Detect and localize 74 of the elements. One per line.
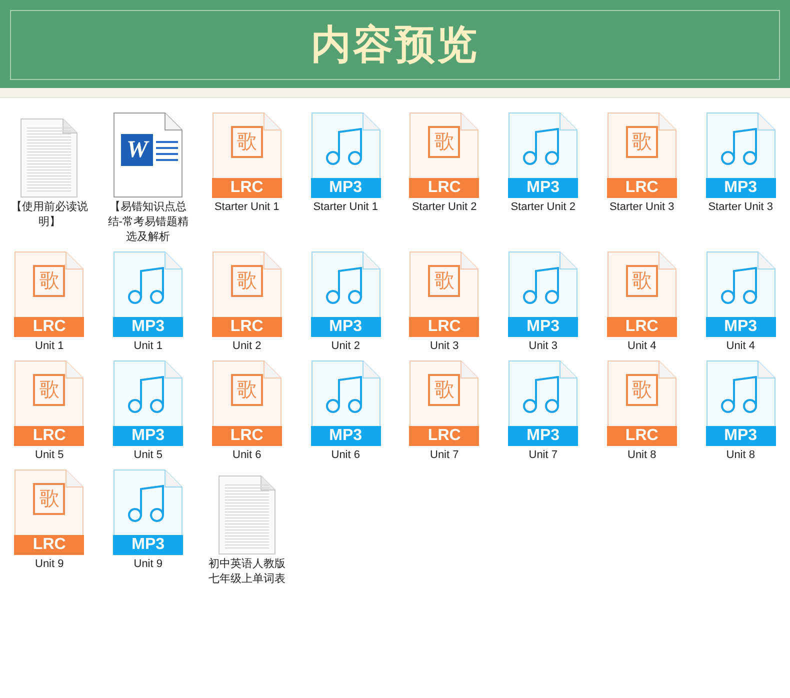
file-type-label: MP3 xyxy=(706,317,776,337)
song-glyph: 歌 xyxy=(428,374,460,406)
file-name: Unit 3 xyxy=(528,339,558,354)
file-name: Unit 2 xyxy=(232,339,262,354)
file-name: Unit 2 xyxy=(330,339,361,354)
song-glyph: 歌 xyxy=(230,374,263,406)
song-glyph: 歌 xyxy=(33,483,66,515)
file-name: Unit 8 xyxy=(626,448,658,463)
file-name: Starter Unit 2 xyxy=(510,200,577,215)
file-type-label: MP3 xyxy=(508,426,578,446)
file-type-label: MP3 xyxy=(310,178,381,198)
file-type-label: LRC xyxy=(606,426,677,446)
file-name: Unit 4 xyxy=(725,339,756,354)
file-name: Starter Unit 3 xyxy=(707,200,774,215)
file-type-label: MP3 xyxy=(508,178,578,198)
music-note-icon xyxy=(720,376,760,414)
song-glyph: 歌 xyxy=(230,126,263,158)
word-logo: W xyxy=(121,134,154,166)
text-document-icon xyxy=(216,475,277,555)
file-name: Unit 3 xyxy=(429,339,460,354)
file-type-label: MP3 xyxy=(508,317,578,337)
file-name: Starter Unit 2 xyxy=(410,200,478,215)
file-name: Unit 8 xyxy=(725,448,756,463)
file-type-label: MP3 xyxy=(113,535,184,555)
file-name: Starter Unit 3 xyxy=(608,200,676,215)
file-type-label: LRC xyxy=(409,178,480,198)
music-note-icon xyxy=(720,267,760,305)
file-name: Unit 9 xyxy=(132,557,164,572)
file-type-label: LRC xyxy=(212,426,282,446)
song-glyph: 歌 xyxy=(626,126,658,158)
file-type-label: LRC xyxy=(14,426,84,446)
song-glyph: 歌 xyxy=(33,374,66,406)
file-type-label: MP3 xyxy=(706,426,776,446)
song-glyph: 歌 xyxy=(428,265,460,297)
file-name: Unit 5 xyxy=(132,448,164,463)
music-note-icon xyxy=(324,376,365,414)
music-note-icon xyxy=(720,128,760,166)
song-glyph: 歌 xyxy=(626,374,658,406)
file-name: Unit 7 xyxy=(528,448,558,463)
file-type-label: LRC xyxy=(212,178,282,198)
file-name: 初中英语人教版七年级上单词表 xyxy=(207,557,286,587)
file-name: 【使用前必读说明】 xyxy=(10,200,89,230)
file-name: Unit 1 xyxy=(132,339,164,354)
file-type-label: LRC xyxy=(14,317,84,337)
file-type-label: MP3 xyxy=(113,317,184,337)
file-name: Unit 6 xyxy=(330,448,361,463)
file-name: Unit 7 xyxy=(429,448,460,463)
file-type-label: LRC xyxy=(409,317,480,337)
text-lines-icon xyxy=(156,139,178,161)
text-document-icon xyxy=(19,118,80,198)
file-name: Unit 9 xyxy=(34,557,65,572)
music-note-icon xyxy=(324,128,365,166)
file-type-label: LRC xyxy=(14,535,84,555)
file-name: Starter Unit 1 xyxy=(213,200,280,215)
file-name: 【易错知识点总结-常考易错题精选及解析 xyxy=(106,200,190,245)
file-type-label: LRC xyxy=(409,426,480,446)
file-type-label: MP3 xyxy=(113,426,184,446)
file-type-label: LRC xyxy=(212,317,282,337)
file-type-label: LRC xyxy=(606,317,677,337)
song-glyph: 歌 xyxy=(230,265,263,297)
page-title: 内容预览 xyxy=(311,20,479,70)
file-name: Unit 1 xyxy=(34,339,65,354)
song-glyph: 歌 xyxy=(626,265,658,297)
song-glyph: 歌 xyxy=(428,126,460,158)
file-name: Unit 6 xyxy=(232,448,262,463)
file-type-label: MP3 xyxy=(310,426,381,446)
file-name: Unit 5 xyxy=(34,448,65,463)
file-type-label: MP3 xyxy=(706,178,776,198)
file-type-label: MP3 xyxy=(310,317,381,337)
file-name: Unit 4 xyxy=(626,339,658,354)
music-note-icon xyxy=(324,267,365,305)
file-type-label: LRC xyxy=(606,178,677,198)
file-name: Starter Unit 1 xyxy=(312,200,380,215)
song-glyph: 歌 xyxy=(33,265,66,297)
